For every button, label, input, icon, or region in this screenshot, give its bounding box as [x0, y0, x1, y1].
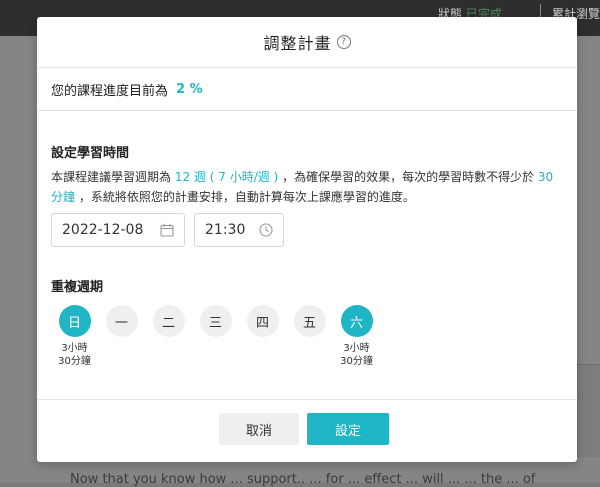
- confirm-button[interactable]: 設定: [307, 413, 389, 445]
- weekday-mon-button[interactable]: 一: [105, 305, 138, 337]
- help-icon[interactable]: ?: [336, 35, 351, 49]
- weekday-thu-button[interactable]: 四: [246, 305, 279, 337]
- start-date-value: 2022-12-08: [62, 222, 144, 238]
- background-side-strip: [576, 364, 600, 457]
- weekday-selector: 日 3小時 30分鐘 一 二 三 四 五 六 3小時 30分鐘: [51, 305, 380, 368]
- weekday-sun-button[interactable]: 日: [58, 305, 91, 337]
- dialog-footer: 取消 設定: [37, 399, 577, 462]
- desc-suffix: ，系統將依照您的計畫安排，自動計算每次上課應學習的進度。: [78, 190, 415, 204]
- dialog-header: 調整計畫 ?: [37, 17, 577, 68]
- weekday-wed-button[interactable]: 三: [199, 305, 232, 337]
- weekday-sun[interactable]: 日 3小時 30分鐘: [51, 305, 98, 368]
- desc-middle: ，為確保學習的效果，每次的學習時數不得少於: [282, 170, 535, 184]
- weekday-fri-button[interactable]: 五: [293, 305, 326, 337]
- duration-hours: 3小時: [61, 343, 88, 354]
- weekday-sat-button[interactable]: 六: [340, 305, 373, 337]
- recommended-weeks: 12 週 ( 7 小時/週 ): [174, 170, 279, 184]
- background-body-text: Now that you know how ... support.. ... …: [70, 472, 536, 487]
- weekday-wed[interactable]: 三: [192, 305, 239, 368]
- weekday-tue[interactable]: 二: [145, 305, 192, 368]
- duration-hours: 3小時: [343, 343, 370, 354]
- weekday-sun-duration: 3小時 30分鐘: [45, 342, 105, 368]
- duration-minutes: 30分鐘: [340, 356, 373, 367]
- start-time-field[interactable]: 21:30: [194, 213, 284, 247]
- study-time-description: 本課程建議學習週期為 12 週 ( 7 小時/週 ) ，為確保學習的效果，每次的…: [51, 167, 566, 207]
- weekday-sat-duration: 3小時 30分鐘: [327, 342, 387, 368]
- weekday-thu[interactable]: 四: [239, 305, 286, 368]
- repeat-cycle-title: 重複週期: [51, 280, 104, 295]
- start-time-value: 21:30: [205, 222, 246, 238]
- weekday-mon[interactable]: 一: [98, 305, 145, 368]
- start-date-field[interactable]: 2022-12-08: [51, 213, 185, 247]
- weekday-tue-button[interactable]: 二: [152, 305, 185, 337]
- progress-row: 您的課程進度目前為 2 %: [37, 68, 577, 111]
- clock-icon[interactable]: [259, 223, 273, 241]
- progress-label: 您的課程進度目前為: [51, 83, 169, 99]
- weekday-sat[interactable]: 六 3小時 30分鐘: [333, 305, 380, 368]
- desc-prefix: 本課程建議學習週期為: [51, 170, 172, 184]
- progress-value: 2 %: [176, 81, 203, 97]
- study-time-title: 設定學習時間: [51, 146, 130, 161]
- duration-minutes: 30分鐘: [58, 356, 91, 367]
- adjust-plan-dialog: 調整計畫 ? 您的課程進度目前為 2 % 設定學習時間 本課程建議學習週期為 1…: [37, 17, 577, 462]
- calendar-icon[interactable]: [160, 223, 174, 241]
- cancel-button[interactable]: 取消: [219, 413, 299, 445]
- dialog-title: 調整計畫: [263, 34, 332, 53]
